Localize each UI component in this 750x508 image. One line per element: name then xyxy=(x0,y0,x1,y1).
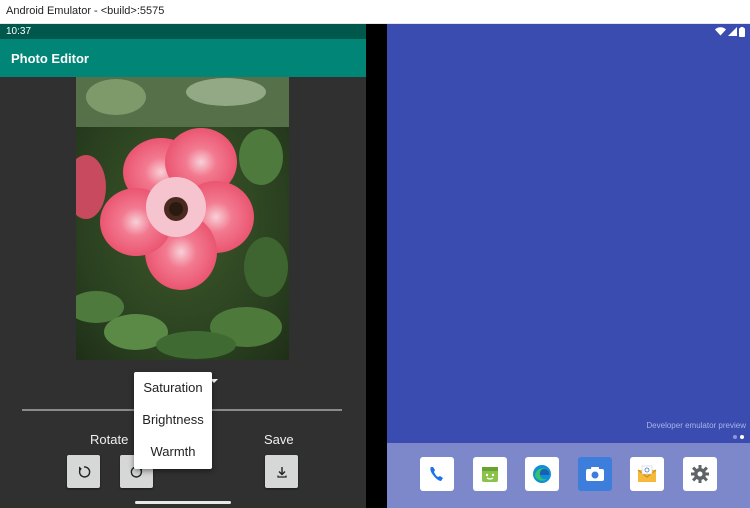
download-icon xyxy=(276,466,287,478)
rotate-counterclockwise-icon xyxy=(78,465,90,478)
left-screen: 10:37 Photo Editor Rotate Save Saturatio… xyxy=(0,24,366,508)
status-bar: 10:37 xyxy=(0,24,366,39)
emulator-window: Android Emulator - <build>:5575 10:37 Ph… xyxy=(0,0,750,508)
email-icon xyxy=(637,465,657,482)
screen-hinge xyxy=(366,24,387,508)
phone-icon xyxy=(430,467,443,481)
window-titlebar: Android Emulator - <build>:5575 xyxy=(0,0,750,24)
wifi-icon xyxy=(715,27,726,36)
settings-gear-icon xyxy=(691,465,709,483)
adjustment-dropdown-menu: Saturation Brightness Warmth xyxy=(134,372,212,469)
menu-item-warmth[interactable]: Warmth xyxy=(134,436,212,468)
developer-preview-text: Developer emulator preview xyxy=(646,421,746,430)
rotate-label: Rotate xyxy=(90,432,129,447)
phone-app-icon[interactable] xyxy=(420,457,454,491)
menu-item-brightness[interactable]: Brightness xyxy=(134,404,212,436)
page-indicator xyxy=(733,435,744,439)
rotate-left-button[interactable] xyxy=(67,455,100,488)
photo-preview[interactable] xyxy=(76,77,289,360)
save-button[interactable] xyxy=(265,455,298,488)
page-dot-active xyxy=(740,435,744,439)
cellular-signal-icon xyxy=(728,27,737,36)
store-app-icon[interactable] xyxy=(473,457,507,491)
edge-browser-icon xyxy=(533,465,551,483)
store-icon xyxy=(482,467,498,482)
app-bar: Photo Editor xyxy=(0,39,366,77)
app-title: Photo Editor xyxy=(11,51,89,66)
status-icons xyxy=(715,26,745,37)
gesture-nav-handle[interactable] xyxy=(135,501,231,504)
settings-app-icon[interactable] xyxy=(683,457,717,491)
camera-icon xyxy=(586,467,604,481)
right-screen-home: Developer emulator preview xyxy=(387,24,750,508)
app-dock xyxy=(387,443,750,508)
save-label: Save xyxy=(264,432,294,447)
page-dot xyxy=(733,435,737,439)
menu-item-saturation[interactable]: Saturation xyxy=(134,372,212,404)
battery-icon xyxy=(739,26,745,37)
edge-browser-app-icon[interactable] xyxy=(525,457,559,491)
window-title: Android Emulator - <build>:5575 xyxy=(6,5,165,17)
status-clock: 10:37 xyxy=(6,26,32,37)
email-app-icon[interactable] xyxy=(630,457,664,491)
flower-photo xyxy=(76,77,289,360)
camera-app-icon[interactable] xyxy=(578,457,612,491)
